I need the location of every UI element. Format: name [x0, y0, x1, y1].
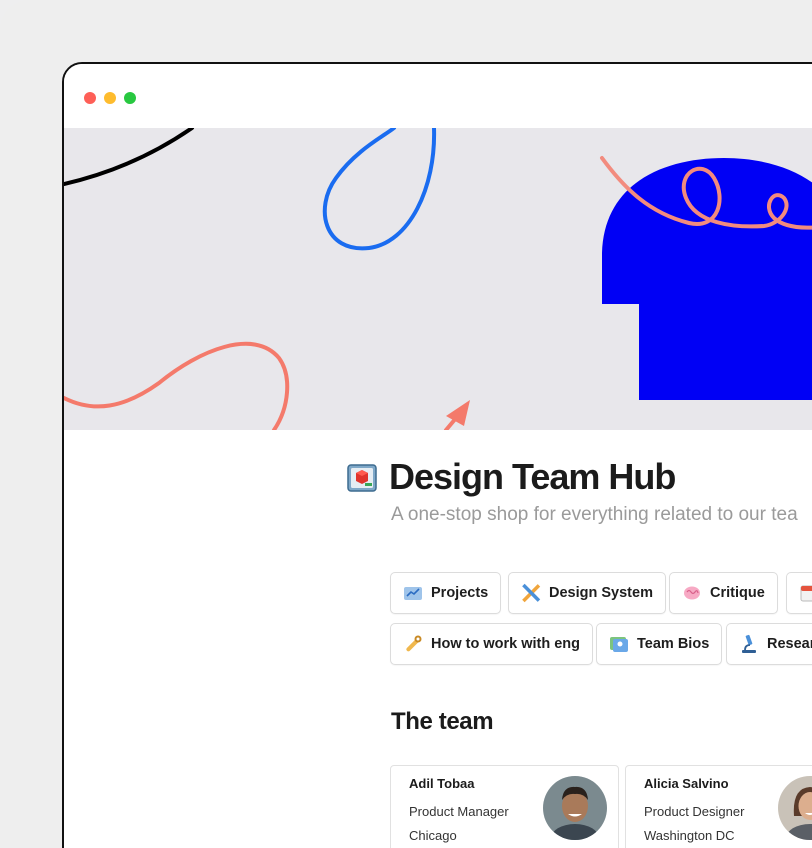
cover-illustration — [64, 128, 812, 430]
brain-icon — [684, 586, 700, 600]
link-label: Team Bios — [637, 636, 710, 652]
backdrop: Design Team Hub A one-stop shop for ever… — [0, 0, 812, 848]
blueprint-cube-icon — [347, 464, 377, 492]
link-label: Design System — [549, 585, 653, 601]
member-role: Product Designer — [644, 804, 745, 819]
id-card-icon — [610, 637, 628, 652]
avatar — [778, 776, 812, 840]
member-city: Chicago — [409, 828, 457, 843]
cover-image — [64, 128, 812, 430]
page-subtitle: A one-stop shop for everything related t… — [391, 504, 798, 525]
link-how-to-work-with-eng[interactable]: How to work with eng — [390, 623, 594, 665]
link-projects[interactable]: Projects — [390, 572, 502, 614]
pencil-ruler-icon — [522, 583, 541, 603]
team-member-card[interactable]: Adil Tobaa Product Manager Chicago — [390, 765, 619, 848]
link-research[interactable]: Resear — [726, 623, 812, 665]
page-title: Design Team Hub — [389, 456, 676, 497]
wrench-icon — [406, 635, 422, 652]
link-calendar[interactable] — [786, 572, 812, 614]
avatar — [543, 776, 607, 840]
chart-board-icon — [404, 587, 422, 600]
link-team-bios[interactable]: Team Bios — [596, 623, 723, 665]
link-critique[interactable]: Critique — [669, 572, 778, 614]
link-label: Resear — [767, 636, 812, 652]
link-design-system[interactable]: Design System — [508, 572, 666, 614]
close-window-button[interactable] — [84, 92, 96, 104]
link-label: Projects — [431, 585, 489, 601]
calendar-icon — [800, 585, 812, 602]
team-heading: The team — [391, 708, 494, 735]
link-label: Critique — [710, 585, 765, 601]
maximize-window-button[interactable] — [124, 92, 136, 104]
member-role: Product Manager — [409, 804, 509, 819]
team-member-card[interactable]: Alicia Salvino Product Designer Washingt… — [625, 765, 812, 848]
member-name: Adil Tobaa — [409, 776, 475, 791]
member-name: Alicia Salvino — [644, 776, 729, 791]
link-label: How to work with eng — [431, 636, 581, 652]
member-city: Washington DC — [644, 828, 735, 843]
app-window: Design Team Hub A one-stop shop for ever… — [62, 62, 812, 848]
window-titlebar — [64, 64, 812, 128]
microscope-icon — [742, 634, 756, 653]
minimize-window-button[interactable] — [104, 92, 116, 104]
